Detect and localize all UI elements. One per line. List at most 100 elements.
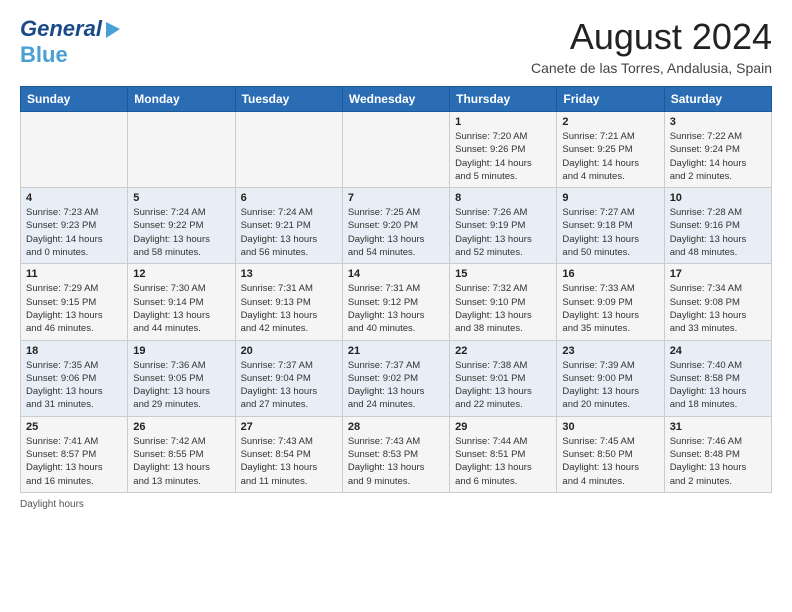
day-info: Sunrise: 7:28 AM Sunset: 9:16 PM Dayligh… [670,206,766,259]
calendar-cell: 7 Sunrise: 7:25 AM Sunset: 9:20 PM Daylig… [342,188,449,264]
day-info: Sunrise: 7:38 AM Sunset: 9:01 PM Dayligh… [455,359,551,412]
day-info: Sunrise: 7:43 AM Sunset: 8:54 PM Dayligh… [241,435,337,488]
calendar-cell: 2 Sunrise: 7:21 AM Sunset: 9:25 PM Daylig… [557,112,664,188]
daylight-label: Daylight hours [20,499,84,510]
day-number: 31 [670,421,766,433]
day-info: Sunrise: 7:25 AM Sunset: 9:20 PM Dayligh… [348,206,444,259]
day-number: 7 [348,192,444,204]
col-thursday: Thursday [450,87,557,112]
day-number: 10 [670,192,766,204]
day-number: 6 [241,192,337,204]
header-row: Sunday Monday Tuesday Wednesday Thursday… [21,87,772,112]
calendar-cell: 18Sunrise: 7:35 AM Sunset: 9:06 PM Dayli… [21,340,128,416]
day-number: 8 [455,192,551,204]
col-monday: Monday [128,87,235,112]
day-number: 27 [241,421,337,433]
day-info: Sunrise: 7:45 AM Sunset: 8:50 PM Dayligh… [562,435,658,488]
day-number: 15 [455,268,551,280]
calendar-cell: 29 Sunrise: 7:44 AM Sunset: 8:51 PM Dayli… [450,416,557,492]
day-number: 5 [133,192,229,204]
day-info: Sunrise: 7:27 AM Sunset: 9:18 PM Dayligh… [562,206,658,259]
day-number: 23 [562,345,658,357]
calendar-cell: 8 Sunrise: 7:26 AM Sunset: 9:19 PM Daylig… [450,188,557,264]
logo: General Blue [20,16,122,68]
calendar-week-3: 18Sunrise: 7:35 AM Sunset: 9:06 PM Dayli… [21,340,772,416]
calendar-cell: 23 Sunrise: 7:39 AM Sunset: 9:00 PM Dayli… [557,340,664,416]
day-info: Sunrise: 7:23 AM Sunset: 9:23 PM Dayligh… [26,206,122,259]
calendar-cell: 17Sunrise: 7:34 AM Sunset: 9:08 PM Dayli… [664,264,771,340]
calendar-cell [21,112,128,188]
day-number: 17 [670,268,766,280]
day-info: Sunrise: 7:40 AM Sunset: 8:58 PM Dayligh… [670,359,766,412]
day-info: Sunrise: 7:32 AM Sunset: 9:10 PM Dayligh… [455,282,551,335]
day-info: Sunrise: 7:29 AM Sunset: 9:15 PM Dayligh… [26,282,122,335]
day-info: Sunrise: 7:22 AM Sunset: 9:24 PM Dayligh… [670,130,766,183]
day-number: 2 [562,116,658,128]
calendar-cell: 4 Sunrise: 7:23 AM Sunset: 9:23 PM Daylig… [21,188,128,264]
calendar-cell [235,112,342,188]
day-number: 11 [26,268,122,280]
day-number: 13 [241,268,337,280]
calendar-cell [128,112,235,188]
col-saturday: Saturday [664,87,771,112]
calendar-cell: 6 Sunrise: 7:24 AM Sunset: 9:21 PM Daylig… [235,188,342,264]
calendar-cell: 24Sunrise: 7:40 AM Sunset: 8:58 PM Dayli… [664,340,771,416]
header: General Blue August 2024 Canete de las T… [20,16,772,76]
day-info: Sunrise: 7:24 AM Sunset: 9:21 PM Dayligh… [241,206,337,259]
day-info: Sunrise: 7:44 AM Sunset: 8:51 PM Dayligh… [455,435,551,488]
day-info: Sunrise: 7:21 AM Sunset: 9:25 PM Dayligh… [562,130,658,183]
day-info: Sunrise: 7:36 AM Sunset: 9:05 PM Dayligh… [133,359,229,412]
day-info: Sunrise: 7:26 AM Sunset: 9:19 PM Dayligh… [455,206,551,259]
day-info: Sunrise: 7:37 AM Sunset: 9:04 PM Dayligh… [241,359,337,412]
month-year: August 2024 [531,16,772,58]
col-tuesday: Tuesday [235,87,342,112]
calendar-cell: 26 Sunrise: 7:42 AM Sunset: 8:55 PM Dayli… [128,416,235,492]
day-number: 30 [562,421,658,433]
calendar-cell: 14 Sunrise: 7:31 AM Sunset: 9:12 PM Dayli… [342,264,449,340]
day-number: 12 [133,268,229,280]
calendar-cell: 9 Sunrise: 7:27 AM Sunset: 9:18 PM Daylig… [557,188,664,264]
day-info: Sunrise: 7:42 AM Sunset: 8:55 PM Dayligh… [133,435,229,488]
calendar-cell: 12 Sunrise: 7:30 AM Sunset: 9:14 PM Dayli… [128,264,235,340]
day-number: 26 [133,421,229,433]
day-info: Sunrise: 7:31 AM Sunset: 9:12 PM Dayligh… [348,282,444,335]
footer: Daylight hours [20,499,772,510]
day-info: Sunrise: 7:30 AM Sunset: 9:14 PM Dayligh… [133,282,229,335]
logo-general: General [20,16,102,42]
day-number: 14 [348,268,444,280]
location: Canete de las Torres, Andalusia, Spain [531,60,772,76]
calendar-week-4: 25Sunrise: 7:41 AM Sunset: 8:57 PM Dayli… [21,416,772,492]
day-info: Sunrise: 7:20 AM Sunset: 9:26 PM Dayligh… [455,130,551,183]
logo-arrow-icon [104,18,122,40]
day-number: 29 [455,421,551,433]
calendar-cell: 16 Sunrise: 7:33 AM Sunset: 9:09 PM Dayli… [557,264,664,340]
calendar-week-2: 11 Sunrise: 7:29 AM Sunset: 9:15 PM Dayli… [21,264,772,340]
day-number: 9 [562,192,658,204]
calendar-cell [342,112,449,188]
logo-blue: Blue [20,42,68,67]
calendar-cell: 27 Sunrise: 7:43 AM Sunset: 8:54 PM Dayli… [235,416,342,492]
calendar-cell: 21Sunrise: 7:37 AM Sunset: 9:02 PM Dayli… [342,340,449,416]
calendar-cell: 13 Sunrise: 7:31 AM Sunset: 9:13 PM Dayli… [235,264,342,340]
calendar-cell: 3Sunrise: 7:22 AM Sunset: 9:24 PM Daylig… [664,112,771,188]
day-number: 18 [26,345,122,357]
calendar-cell: 25Sunrise: 7:41 AM Sunset: 8:57 PM Dayli… [21,416,128,492]
calendar-table: Sunday Monday Tuesday Wednesday Thursday… [20,86,772,493]
day-info: Sunrise: 7:33 AM Sunset: 9:09 PM Dayligh… [562,282,658,335]
day-number: 16 [562,268,658,280]
calendar-cell: 22Sunrise: 7:38 AM Sunset: 9:01 PM Dayli… [450,340,557,416]
calendar-cell: 28Sunrise: 7:43 AM Sunset: 8:53 PM Dayli… [342,416,449,492]
day-number: 21 [348,345,444,357]
calendar-week-1: 4 Sunrise: 7:23 AM Sunset: 9:23 PM Daylig… [21,188,772,264]
day-info: Sunrise: 7:39 AM Sunset: 9:00 PM Dayligh… [562,359,658,412]
calendar-cell: 5Sunrise: 7:24 AM Sunset: 9:22 PM Daylig… [128,188,235,264]
calendar-cell: 11 Sunrise: 7:29 AM Sunset: 9:15 PM Dayli… [21,264,128,340]
calendar-cell: 10 Sunrise: 7:28 AM Sunset: 9:16 PM Dayli… [664,188,771,264]
day-number: 1 [455,116,551,128]
day-number: 20 [241,345,337,357]
col-wednesday: Wednesday [342,87,449,112]
day-number: 25 [26,421,122,433]
title-block: August 2024 Canete de las Torres, Andalu… [531,16,772,76]
day-number: 4 [26,192,122,204]
day-info: Sunrise: 7:31 AM Sunset: 9:13 PM Dayligh… [241,282,337,335]
